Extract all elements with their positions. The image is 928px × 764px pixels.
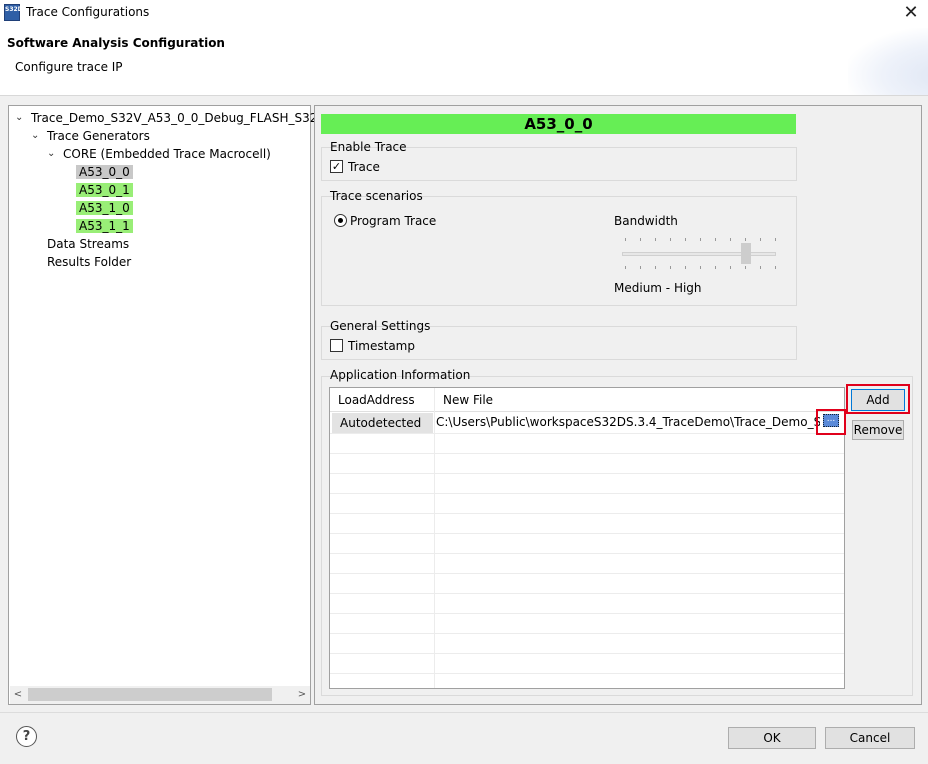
slider-tick (625, 266, 626, 269)
program-trace-label: Program Trace (350, 214, 437, 228)
application-table[interactable]: LoadAddress New File Autodetected C:\Use… (329, 387, 845, 689)
slider-tick (760, 266, 761, 269)
table-row-line (330, 633, 844, 634)
tree-item-a53-0-1[interactable]: A53_0_1 (76, 182, 133, 198)
tree-item-generators-label: Trace Generators (47, 129, 150, 143)
header-title: Software Analysis Configuration (7, 36, 225, 50)
table-row-line (330, 453, 844, 454)
table-row-line (330, 593, 844, 594)
trace-checkbox[interactable]: ✓ (330, 160, 343, 173)
tree-item-a53-1-1[interactable]: A53_1_1 (76, 218, 133, 234)
trace-scenarios-group (321, 196, 797, 306)
slider-tick (745, 266, 746, 269)
scroll-left-icon[interactable]: < (10, 686, 26, 704)
tree-item-core-label: CORE (Embedded Trace Macrocell) (63, 147, 271, 161)
load-address-cell[interactable]: Autodetected (332, 413, 433, 433)
tree-item-data-streams[interactable]: Data Streams (47, 236, 129, 252)
file-path-cell[interactable]: C:\Users\Public\workspaceS32DS.3.4_Trace… (436, 412, 820, 432)
timestamp-checkbox[interactable] (330, 339, 343, 352)
chevron-down-icon[interactable]: ⌄ (15, 110, 25, 126)
tree-item-label: A53_0_1 (76, 183, 133, 197)
tree-item-label: A53_1_1 (76, 219, 133, 233)
table-row-line (330, 473, 844, 474)
slider-tick (745, 238, 746, 241)
title-bar: S32DS Trace Configurations ✕ (0, 0, 928, 28)
header-subtitle: Configure trace IP (15, 60, 123, 74)
annotation-highlight-browse (816, 409, 846, 435)
bandwidth-slider-thumb[interactable] (741, 243, 751, 264)
slider-tick (760, 238, 761, 241)
scrollbar-thumb[interactable] (28, 688, 272, 701)
bandwidth-label: Bandwidth (614, 214, 678, 228)
close-icon[interactable]: ✕ (898, 1, 924, 25)
table-row-line (330, 673, 844, 674)
chevron-down-icon[interactable]: ⌄ (47, 146, 57, 162)
slider-tick (700, 266, 701, 269)
table-row-line (330, 553, 844, 554)
slider-tick (775, 238, 776, 241)
tree-item-a53-0-0[interactable]: A53_0_0 (76, 164, 133, 180)
enable-trace-label: Enable Trace (330, 140, 407, 154)
slider-tick (700, 238, 701, 241)
slider-tick (670, 266, 671, 269)
tree-item-label: Results Folder (47, 255, 132, 269)
timestamp-label: Timestamp (348, 339, 415, 353)
chevron-down-icon[interactable]: ⌄ (31, 128, 41, 144)
tree-item-results-folder[interactable]: Results Folder (47, 254, 131, 270)
column-header-new-file[interactable]: New File (434, 388, 844, 412)
table-row-line (330, 493, 844, 494)
config-tree[interactable]: ⌄ Trace_Demo_S32V_A53_0_0_Debug_FLASH_S3… (8, 105, 357, 705)
tree-item-root-label: Trace_Demo_S32V_A53_0_0_Debug_FLASH_S32D… (31, 111, 357, 125)
general-settings-label: General Settings (330, 319, 431, 333)
slider-tick (715, 238, 716, 241)
table-row-line (330, 653, 844, 654)
slider-tick (625, 238, 626, 241)
slider-tick (640, 266, 641, 269)
table-row-line (330, 573, 844, 574)
table-row-line (330, 613, 844, 614)
slider-tick (775, 266, 776, 269)
slider-tick (730, 266, 731, 269)
application-info-label: Application Information (330, 368, 471, 382)
slider-tick (655, 238, 656, 241)
tree-item-label: A53_1_0 (76, 201, 133, 215)
slider-tick (715, 266, 716, 269)
header-decoration (848, 28, 928, 95)
table-row-line (330, 513, 844, 514)
remove-button[interactable]: Remove (852, 420, 904, 440)
table-row-line (330, 433, 844, 434)
bandwidth-slider-track[interactable] (622, 252, 776, 256)
trace-checkbox-label: Trace (348, 160, 380, 174)
help-icon[interactable]: ? (16, 726, 37, 747)
tree-item-label: A53_0_0 (76, 165, 133, 179)
scroll-right-icon[interactable]: > (294, 686, 310, 704)
table-row-line (330, 533, 844, 534)
footer-separator (0, 712, 928, 713)
cancel-button[interactable]: Cancel (825, 727, 915, 749)
slider-tick (730, 238, 731, 241)
tree-item-a53-1-0[interactable]: A53_1_0 (76, 200, 133, 216)
dialog-header: Software Analysis Configuration Configur… (0, 28, 928, 96)
horizontal-scrollbar[interactable]: < > (10, 686, 310, 704)
slider-tick (685, 238, 686, 241)
bandwidth-value: Medium - High (614, 281, 702, 295)
trace-scenarios-label: Trace scenarios (330, 189, 423, 203)
s32ds-app-icon: S32DS (4, 4, 27, 21)
ok-button[interactable]: OK (728, 727, 816, 749)
slider-tick (655, 266, 656, 269)
window-title: Trace Configurations (26, 5, 150, 19)
tree-item-label: Data Streams (47, 237, 130, 251)
core-title-banner: A53_0_0 (321, 114, 796, 134)
slider-tick (640, 238, 641, 241)
column-header-load-address[interactable]: LoadAddress (330, 388, 434, 412)
slider-tick (685, 266, 686, 269)
annotation-highlight-add (846, 384, 910, 414)
program-trace-radio[interactable] (334, 214, 347, 227)
slider-tick (670, 238, 671, 241)
